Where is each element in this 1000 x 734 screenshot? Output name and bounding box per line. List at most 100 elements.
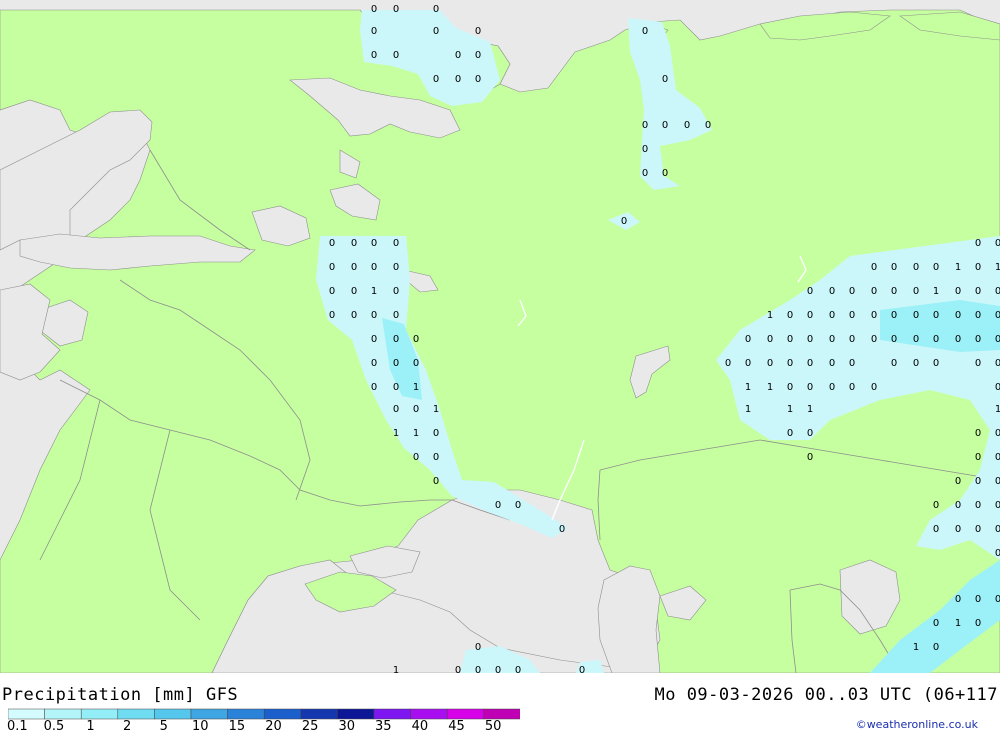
grid-value-label: 0 xyxy=(684,120,690,131)
grid-value-label: 0 xyxy=(475,74,481,85)
map-title: Precipitation [mm] GFS xyxy=(2,685,239,705)
grid-value-label: 1 xyxy=(413,382,419,393)
grid-value-label: 0 xyxy=(913,262,919,273)
grid-value-label: 0 xyxy=(807,358,813,369)
grid-value-label: 0 xyxy=(455,74,461,85)
grid-value-label: 0 xyxy=(933,358,939,369)
grid-value-label: 0 xyxy=(433,476,439,487)
grid-value-label: 0 xyxy=(579,665,585,673)
grid-value-label: 0 xyxy=(975,310,981,321)
color-scale-swatch xyxy=(446,708,485,720)
grid-value-label: 0 xyxy=(995,594,1000,605)
grid-value-label: 0 xyxy=(955,476,961,487)
grid-value-label: 0 xyxy=(351,262,357,273)
grid-value-label: 0 xyxy=(515,665,521,673)
grid-value-label: 0 xyxy=(975,618,981,629)
grid-value-label: 1 xyxy=(933,286,939,297)
grid-value-label: 0 xyxy=(705,120,711,131)
color-scale-tick-label: 0.5 xyxy=(43,719,65,734)
grid-value-label: 0 xyxy=(495,665,501,673)
color-scale-tick-label: 0.1 xyxy=(6,719,28,734)
grid-value-label: 0 xyxy=(642,120,648,131)
grid-value-label: 0 xyxy=(371,334,377,345)
grid-value-label: 0 xyxy=(871,310,877,321)
precipitation-map[interactable]: 0 0 0 0 0 0 0 0 0 0 0 0 0 0 0 0 0 0 0 0 0 0 0 0 0 0 0 0 0 0 0 0 0 0 0 0 0 1 0 1… xyxy=(0,0,1000,673)
grid-value-label: 0 xyxy=(871,262,877,273)
grid-value-label: 0 xyxy=(995,310,1000,321)
grid-value-label: 0 xyxy=(433,4,439,15)
color-scale-tick-label: 15 xyxy=(228,719,246,734)
grid-value-label: 0 xyxy=(829,382,835,393)
grid-value-label: 1 xyxy=(745,382,751,393)
grid-value-label: 0 xyxy=(913,334,919,345)
color-scale-swatch xyxy=(300,708,338,720)
grid-value-label: 0 xyxy=(891,262,897,273)
grid-value-label: 0 xyxy=(871,334,877,345)
grid-value-label: 0 xyxy=(995,548,1000,559)
color-scale-tick-label: 50 xyxy=(484,719,502,734)
color-scale-tick-label: 45 xyxy=(448,719,465,734)
grid-value-label: 0 xyxy=(913,310,919,321)
grid-value-label: 0 xyxy=(433,452,439,463)
grid-value-label: 0 xyxy=(433,26,439,37)
grid-value-label: 0 xyxy=(351,286,357,297)
grid-value-label: 0 xyxy=(807,334,813,345)
grid-value-label: 0 xyxy=(995,428,1000,439)
grid-value-label: 0 xyxy=(975,262,981,273)
grid-value-label: 1 xyxy=(955,262,961,273)
grid-value-label: 0 xyxy=(621,216,627,227)
grid-value-label: 0 xyxy=(975,476,981,487)
grid-value-label: 0 xyxy=(849,334,855,345)
color-scale-swatch xyxy=(117,708,155,720)
grid-value-label: 1 xyxy=(767,382,773,393)
grid-value-label: 0 xyxy=(913,358,919,369)
grid-value-label: 0 xyxy=(975,358,981,369)
grid-value-label: 0 xyxy=(807,428,813,439)
grid-value-label: 0 xyxy=(329,310,335,321)
grid-value-label: 0 xyxy=(662,168,668,179)
grid-value-label: 0 xyxy=(745,358,751,369)
color-scale-swatch xyxy=(8,708,45,720)
grid-value-label: 0 xyxy=(955,594,961,605)
grid-value-label: 0 xyxy=(995,524,1000,535)
grid-value-label: 1 xyxy=(807,404,813,415)
grid-value-label: 0 xyxy=(995,452,1000,463)
grid-value-label: 0 xyxy=(393,4,399,15)
grid-value-label: 0 xyxy=(455,50,461,61)
grid-value-label: 0 xyxy=(642,144,648,155)
grid-value-label: 0 xyxy=(955,286,961,297)
grid-value-label: 0 xyxy=(475,642,481,653)
grid-value-label: 1 xyxy=(433,404,439,415)
grid-value-label: 0 xyxy=(933,642,939,653)
grid-value-label: 0 xyxy=(849,310,855,321)
grid-value-label: 0 xyxy=(329,286,335,297)
color-scale-tick-label: 40 xyxy=(411,719,429,734)
grid-value-label: 0 xyxy=(393,404,399,415)
color-scale-swatch xyxy=(337,708,375,720)
grid-value-label: 1 xyxy=(745,404,751,415)
grid-value-label: 0 xyxy=(371,26,377,37)
grid-value-label: 0 xyxy=(767,334,773,345)
grid-value-label: 1 xyxy=(393,665,399,673)
grid-value-label: 0 xyxy=(829,286,835,297)
color-scale-tick-label: 1 xyxy=(86,719,95,734)
grid-value-label: 0 xyxy=(351,310,357,321)
grid-value-label: 0 xyxy=(933,262,939,273)
color-scale-tick-label: 20 xyxy=(265,719,282,734)
color-scale-tick-label: 10 xyxy=(192,719,209,734)
map-footer: Precipitation [mm] GFS Mo 09-03-2026 00.… xyxy=(0,673,1000,734)
grid-value-label: 0 xyxy=(642,168,648,179)
grid-value-label: 0 xyxy=(413,334,419,345)
grid-value-label: 1 xyxy=(393,428,399,439)
grid-value-label: 0 xyxy=(955,524,961,535)
grid-value-label: 0 xyxy=(871,382,877,393)
map-canvas: 0 0 0 0 0 0 0 0 0 0 0 0 0 0 0 0 0 0 0 0 0 0 0 0 0 0 0 0 0 0 0 0 0 0 0 0 0 1 0 1… xyxy=(0,0,1000,673)
color-scale-swatch xyxy=(410,708,448,720)
grid-value-label: 0 xyxy=(807,286,813,297)
grid-value-label: 0 xyxy=(871,286,877,297)
grid-value-label: 0 xyxy=(642,26,648,37)
credit-link[interactable]: ©weatheronline.co.uk xyxy=(856,718,978,731)
grid-value-label: 0 xyxy=(807,310,813,321)
grid-value-label: 0 xyxy=(975,334,981,345)
caspian-sea xyxy=(597,565,661,673)
